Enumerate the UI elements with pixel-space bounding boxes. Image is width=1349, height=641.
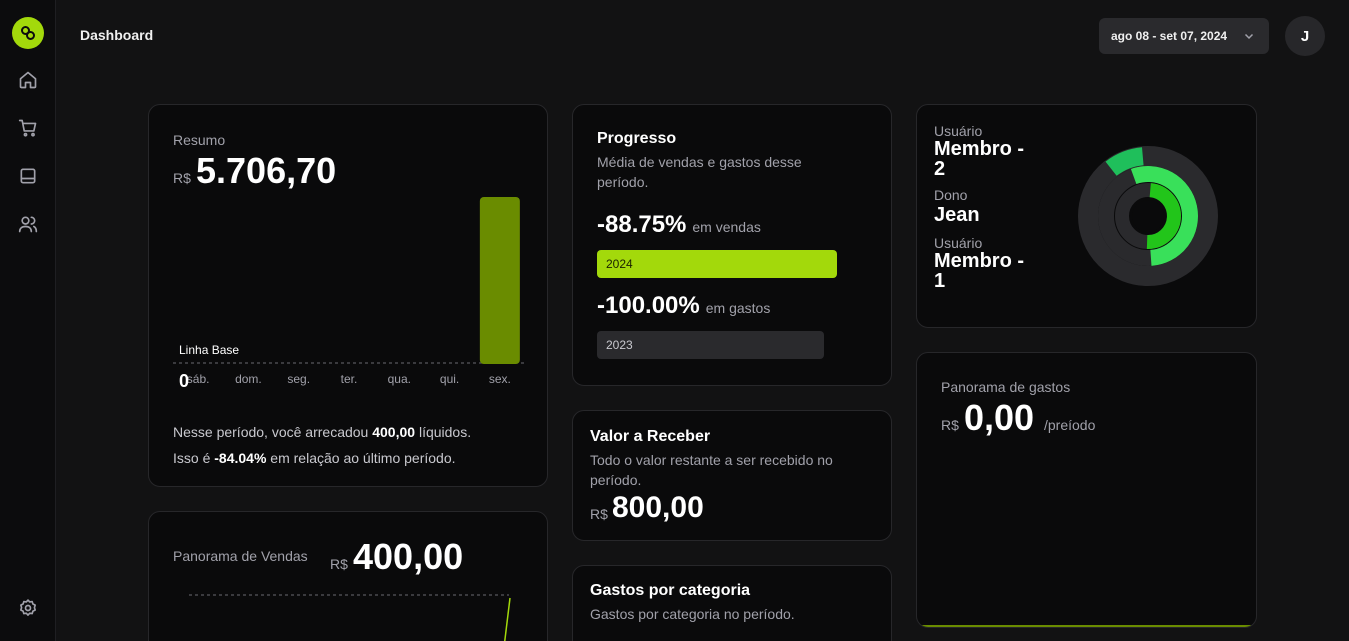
tick-label-6: sex.	[489, 372, 511, 386]
progress-bar-2024-label: 2024	[606, 257, 633, 271]
user-role: Usuário	[934, 123, 983, 139]
panorama-gastos-period: /preíodo	[1044, 417, 1096, 433]
resumo-chart: sáb. dom. seg. ter. qua. qui. sex.	[173, 197, 525, 386]
progress-bar-2023: 2023	[597, 331, 849, 359]
page-title: Dashboard	[80, 27, 154, 43]
expenses-label: em gastos	[705, 300, 771, 316]
gastos-categoria-card: Gastos por categoria Gastos por categori…	[572, 565, 892, 641]
compare-prefix: Isso é	[173, 450, 211, 466]
expenses-stat: -100.00% em gastos	[597, 292, 770, 320]
panorama-gastos-currency: R$	[941, 417, 959, 433]
tick-label-5: qui.	[440, 372, 459, 386]
cart-icon[interactable]	[16, 116, 40, 140]
usuarios-card: Usuário Membro - 2 Dono Jean Usuário Mem…	[916, 104, 1257, 328]
valor-receber-title: Valor a Receber	[590, 428, 711, 445]
user-name: Membro - 1	[934, 250, 1024, 292]
summary-amount: 400,00	[372, 424, 416, 440]
gastos-categoria-title: Gastos por categoria	[590, 582, 751, 599]
valor-receber-currency: R$	[590, 506, 608, 522]
date-range-label: ago 08 - set 07, 2024	[1111, 29, 1228, 43]
summary-suffix: líquidos.	[418, 424, 472, 440]
resumo-card: Resumo R$ 5.706,70 sáb. dom. seg. ter. qua. q…	[148, 104, 548, 487]
tick-label-4: qua.	[388, 372, 411, 386]
sidebar	[0, 0, 56, 641]
users-radial-chart	[1078, 146, 1218, 286]
user-item: Usuário Membro - 2	[934, 123, 1044, 179]
resumo-summary: Nesse período, você arrecadou 400,00 líq…	[173, 419, 471, 471]
chart-bar-6	[479, 197, 520, 364]
compare-suffix: em relação ao último período.	[270, 450, 456, 466]
chevron-down-icon	[1243, 30, 1255, 45]
user-item: Usuário Membro - 1	[934, 235, 1044, 291]
user-name: Jean	[934, 204, 980, 226]
date-range-picker[interactable]: ago 08 - set 07, 2024	[1099, 18, 1269, 54]
panorama-gastos-card: Panorama de gastos R$ 0,00 /preíodo	[916, 352, 1257, 628]
home-icon[interactable]	[16, 68, 40, 92]
panorama-vendas-chart	[189, 594, 511, 641]
sales-stat: -88.75% em vendas	[597, 211, 761, 239]
inbox-icon[interactable]	[16, 164, 40, 188]
valor-receber-value: 800,00	[612, 491, 704, 524]
tick-label-1: dom.	[235, 372, 262, 386]
avatar[interactable]: J	[1285, 16, 1325, 56]
tick-label-0: sáb.	[187, 372, 210, 386]
gastos-categoria-desc: Gastos por categoria no período.	[590, 606, 795, 622]
tick-label-3: ter.	[341, 372, 358, 386]
valor-receber-desc: Todo o valor restante a ser recebido no …	[590, 452, 833, 488]
zero-label: 0	[179, 371, 190, 391]
compare-pct: -84.04%	[214, 450, 267, 466]
progresso-title: Progresso	[597, 130, 677, 147]
progress-bar-2024: 2024	[597, 250, 837, 278]
users-icon[interactable]	[16, 212, 40, 236]
sales-pct: -88.75%	[597, 211, 687, 238]
sales-label: em vendas	[692, 219, 761, 235]
user-name: Membro - 2	[934, 138, 1024, 180]
expenses-pct: -100.00%	[597, 292, 700, 319]
progresso-card: Progresso Média de vendas e gastos desse…	[572, 104, 892, 386]
summary-prefix: Nesse período, você arrecadou	[173, 424, 369, 440]
progress-bar-2023-label: 2023	[606, 338, 633, 352]
user-list: Usuário Membro - 2 Dono Jean Usuário Mem…	[934, 123, 1044, 291]
panorama-gastos-value: 0,00	[964, 397, 1035, 438]
gastos-line	[917, 625, 1256, 627]
user-role: Usuário	[934, 235, 983, 251]
user-item: Dono Jean	[934, 187, 1044, 227]
panorama-gastos-label: Panorama de gastos	[941, 379, 1071, 395]
baseline-label: Linha Base	[179, 343, 240, 357]
panorama-vendas-card: Panorama de Vendas R$ 400,00	[148, 511, 548, 641]
tick-label-2: seg.	[287, 372, 310, 386]
logo-icon[interactable]	[12, 17, 44, 49]
valor-receber-card: Valor a Receber Todo o valor restante a …	[572, 410, 892, 541]
progresso-desc: Média de vendas e gastos desse período.	[597, 154, 802, 190]
settings-icon[interactable]	[16, 596, 40, 620]
vendas-line	[504, 597, 511, 641]
user-role: Dono	[934, 187, 968, 203]
